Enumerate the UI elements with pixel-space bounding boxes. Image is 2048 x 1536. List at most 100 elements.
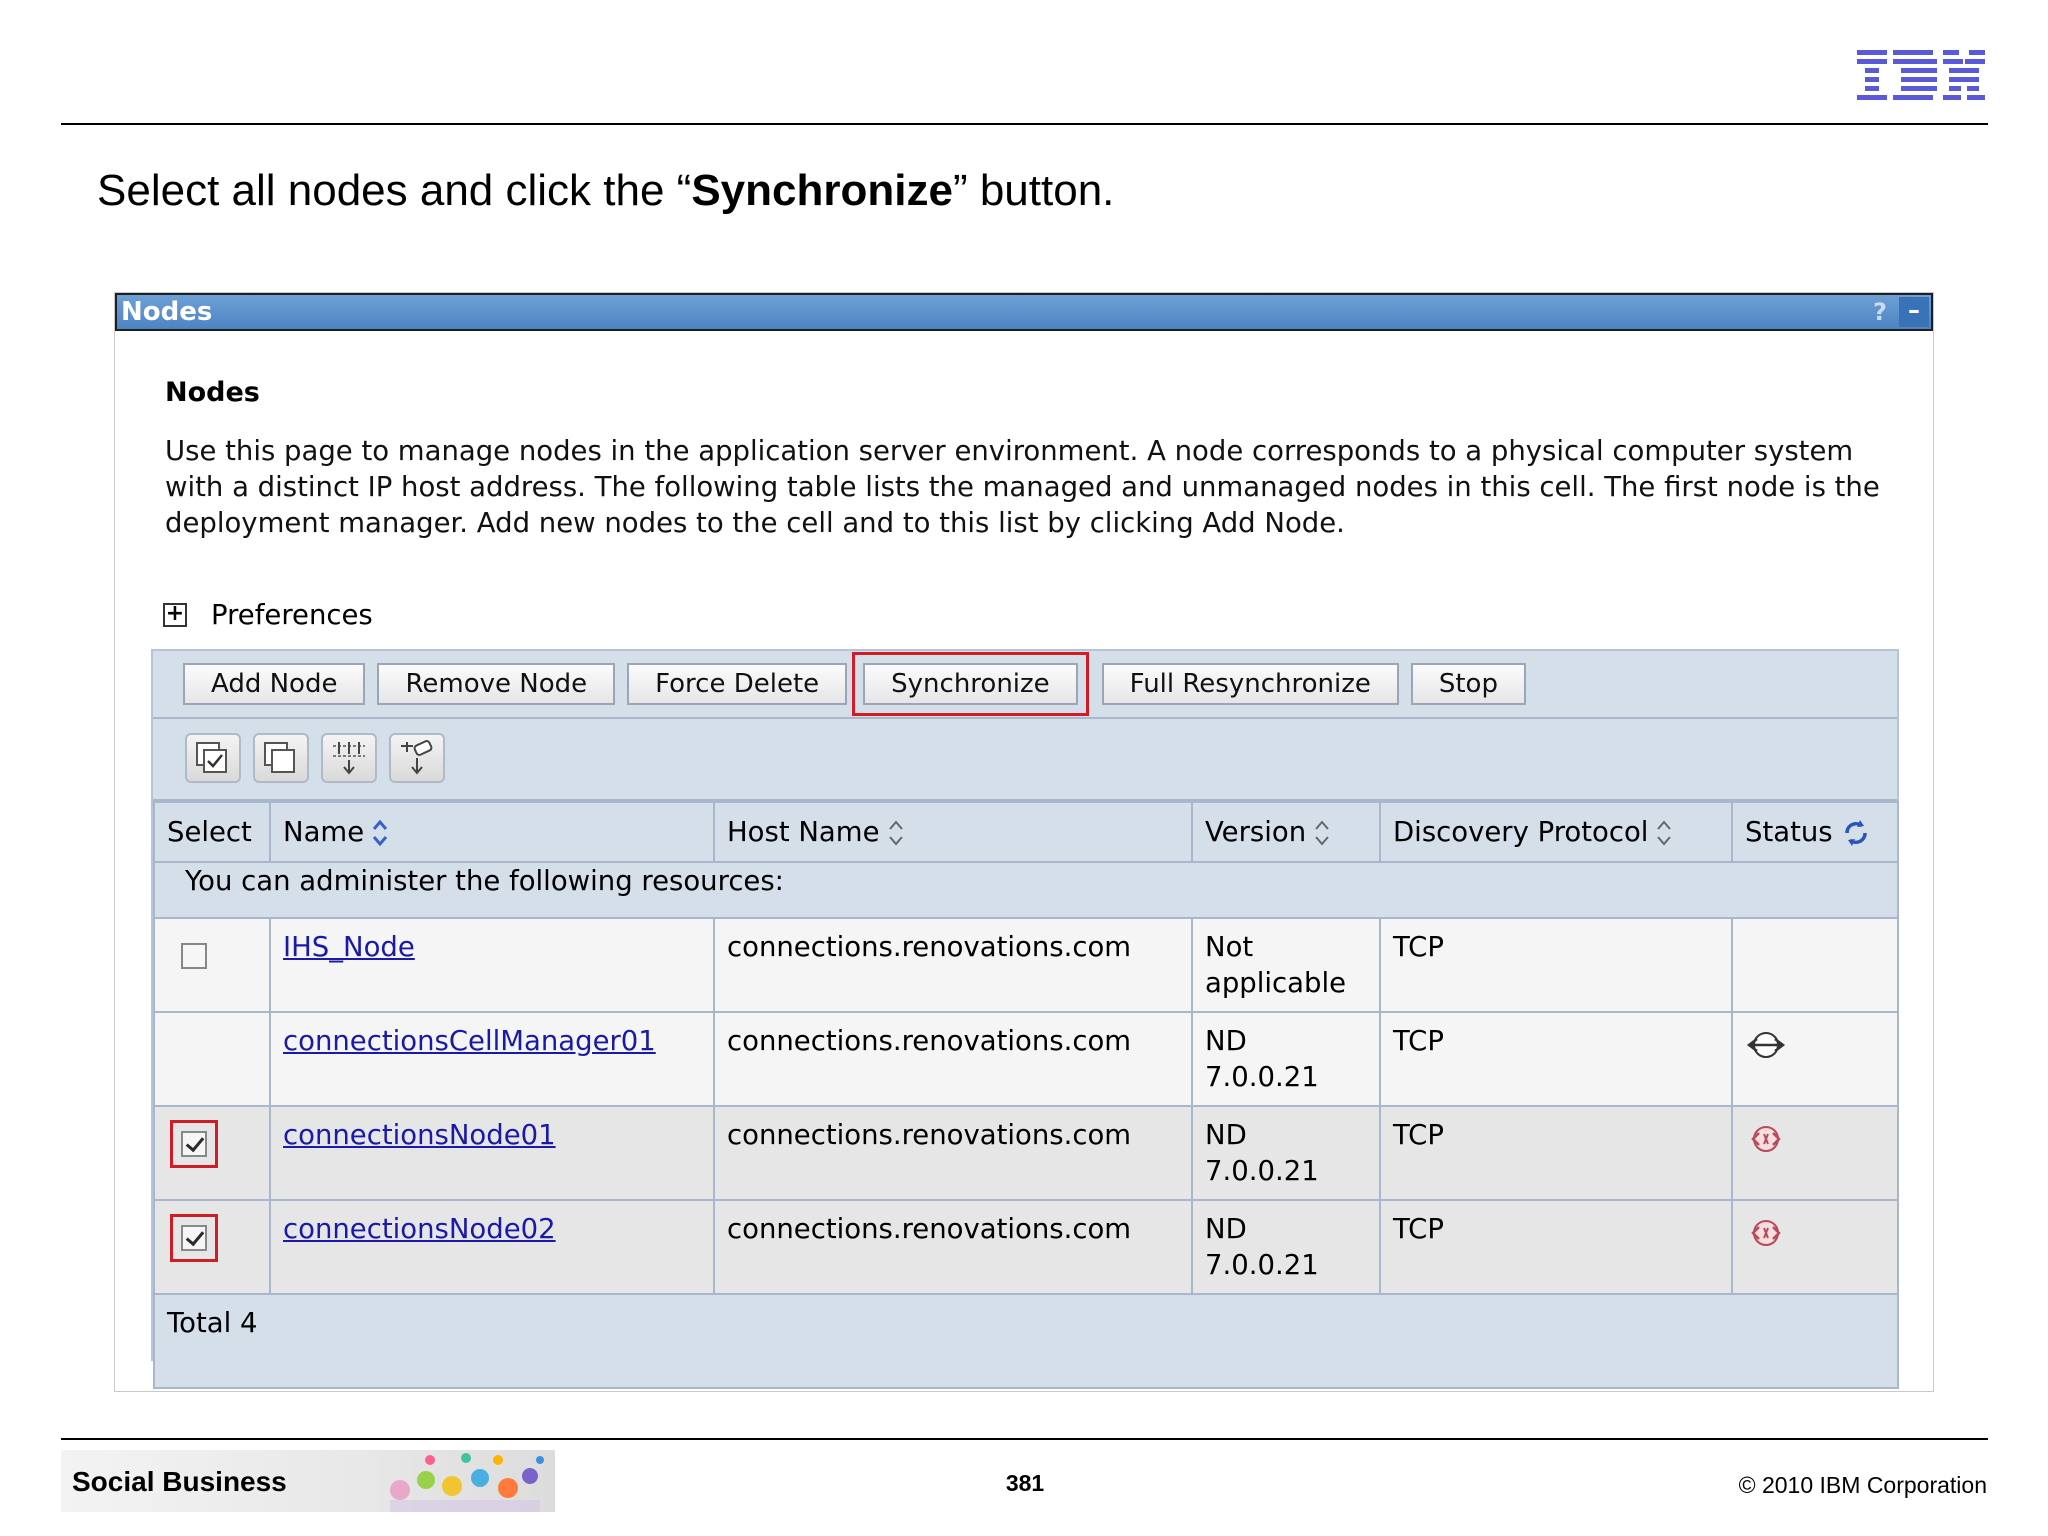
resources-note-row: You can administer the following resourc…	[153, 861, 1899, 919]
host-cell: connections.renovations.com	[713, 1011, 1193, 1107]
host-cell: connections.renovations.com	[713, 1105, 1193, 1201]
column-label: Version	[1205, 816, 1307, 848]
column-header-discovery-protocol[interactable]: Discovery Protocol	[1379, 801, 1733, 863]
host-cell: connections.renovations.com	[713, 917, 1193, 1013]
expand-icon[interactable]: +	[163, 603, 187, 627]
started-icon	[1746, 1032, 1786, 1058]
status-cell	[1731, 1199, 1899, 1295]
clear-filter-icon[interactable]	[389, 733, 445, 783]
column-label: Status	[1745, 816, 1833, 848]
version-text: ND	[1205, 1119, 1247, 1151]
select-all-icon[interactable]	[185, 733, 241, 783]
table-row: connectionsCellManager01 connections.ren…	[153, 1011, 1899, 1107]
copyright: © 2010 IBM Corporation	[1738, 1472, 1987, 1498]
resources-note: You can administer the following resourc…	[153, 861, 1899, 919]
status-cell	[1731, 917, 1899, 1013]
stop-button[interactable]: Stop	[1410, 663, 1526, 705]
minimize-icon[interactable]: –	[1899, 297, 1929, 327]
version-text: 7.0.0.21	[1205, 1061, 1319, 1093]
table-row: connectionsNode01 connections.renovation…	[153, 1105, 1899, 1201]
sort-icon[interactable]	[372, 818, 388, 848]
node-link[interactable]: connectionsNode01	[283, 1119, 556, 1151]
select-cell	[153, 1105, 271, 1201]
force-delete-button[interactable]: Force Delete	[627, 663, 848, 705]
header-rule	[61, 123, 1988, 125]
deselect-all-icon[interactable]	[253, 733, 309, 783]
node-link[interactable]: IHS_Node	[283, 931, 415, 963]
add-node-button[interactable]: Add Node	[183, 663, 366, 705]
page-number: 381	[1005, 1470, 1045, 1496]
portlet-titlebar: Nodes ? –	[115, 293, 1933, 331]
select-cell	[153, 917, 271, 1013]
row-checkbox[interactable]	[170, 1214, 218, 1262]
preferences-label: Preferences	[211, 599, 373, 631]
version-text: applicable	[1205, 967, 1347, 999]
divider	[153, 717, 1897, 719]
select-cell	[153, 1199, 271, 1295]
version-cell: ND 7.0.0.21	[1191, 1011, 1381, 1107]
column-header-host-name[interactable]: Host Name	[713, 801, 1193, 863]
version-text: 7.0.0.21	[1205, 1155, 1319, 1187]
preferences-toggle[interactable]: + Preferences	[163, 599, 373, 631]
name-cell: connectionsCellManager01	[269, 1011, 715, 1107]
column-label: Name	[283, 816, 365, 848]
host-cell: connections.renovations.com	[713, 1199, 1193, 1295]
people-illustration-icon	[390, 1453, 544, 1512]
ibm-logo-icon	[1857, 50, 1985, 100]
status-cell	[1731, 1105, 1899, 1201]
sort-icon[interactable]	[1314, 818, 1330, 848]
name-cell: connectionsNode01	[269, 1105, 715, 1201]
column-header-version[interactable]: Version	[1191, 801, 1381, 863]
sort-icon[interactable]	[1656, 818, 1672, 848]
nodes-table: Select Name Host Name Version Discovery …	[153, 801, 1899, 1389]
total-count: Total 4	[153, 1293, 1899, 1389]
status-cell	[1731, 1011, 1899, 1107]
column-header-status[interactable]: Status	[1731, 801, 1899, 863]
full-resynchronize-button[interactable]: Full Resynchronize	[1101, 663, 1399, 705]
version-text: ND	[1205, 1213, 1247, 1245]
node-link[interactable]: connectionsCellManager01	[283, 1025, 656, 1057]
column-header-name[interactable]: Name	[269, 801, 715, 863]
slide-title: Select all nodes and click the “Synchron…	[97, 166, 1115, 215]
nodes-portlet: Nodes ? – Nodes Use this page to manage …	[114, 292, 1934, 1392]
synchronize-button[interactable]: Synchronize	[852, 652, 1089, 716]
protocol-cell: TCP	[1379, 1011, 1733, 1107]
footer-brand: Social Business	[72, 1466, 287, 1497]
select-cell	[153, 1011, 271, 1107]
protocol-cell: TCP	[1379, 1105, 1733, 1201]
version-text: ND	[1205, 1025, 1247, 1057]
help-icon[interactable]: ?	[1865, 297, 1895, 327]
refresh-icon[interactable]	[1841, 818, 1871, 848]
nodes-collection-table: Add Node Remove Node Force Delete Synchr…	[151, 649, 1899, 1389]
protocol-cell: TCP	[1379, 917, 1733, 1013]
name-cell: IHS_Node	[269, 917, 715, 1013]
version-cell: Not applicable	[1191, 917, 1381, 1013]
version-cell: ND 7.0.0.21	[1191, 1105, 1381, 1201]
table-row: connectionsNode02 connections.renovation…	[153, 1199, 1899, 1295]
version-cell: ND 7.0.0.21	[1191, 1199, 1381, 1295]
node-link[interactable]: connectionsNode02	[283, 1213, 556, 1245]
table-tool-icons	[185, 733, 457, 783]
action-button-row: Add Node Remove Node Force Delete Synchr…	[183, 652, 1538, 716]
page-description: Use this page to manage nodes in the app…	[165, 435, 1880, 539]
version-text: Not	[1205, 931, 1254, 963]
total-row: Total 4	[153, 1293, 1899, 1389]
version-text: 7.0.0.21	[1205, 1249, 1319, 1281]
remove-node-button[interactable]: Remove Node	[377, 663, 616, 705]
not-synchronized-icon	[1751, 1126, 1781, 1152]
table-header-row: Select Name Host Name Version Discovery …	[153, 801, 1899, 863]
show-filter-icon[interactable]	[321, 733, 377, 783]
footer-rule	[61, 1438, 1988, 1440]
table-row: IHS_Node connections.renovations.com Not…	[153, 917, 1899, 1013]
column-label: Host Name	[727, 816, 880, 848]
column-label: Discovery Protocol	[1393, 816, 1649, 848]
page-heading: Nodes	[165, 377, 260, 408]
portlet-title: Nodes	[121, 297, 213, 327]
row-checkbox[interactable]	[181, 943, 207, 969]
protocol-cell: TCP	[1379, 1199, 1733, 1295]
sort-icon[interactable]	[888, 818, 904, 848]
not-synchronized-icon	[1751, 1220, 1781, 1246]
column-header-select: Select	[153, 801, 271, 863]
name-cell: connectionsNode02	[269, 1199, 715, 1295]
row-checkbox[interactable]	[170, 1120, 218, 1168]
